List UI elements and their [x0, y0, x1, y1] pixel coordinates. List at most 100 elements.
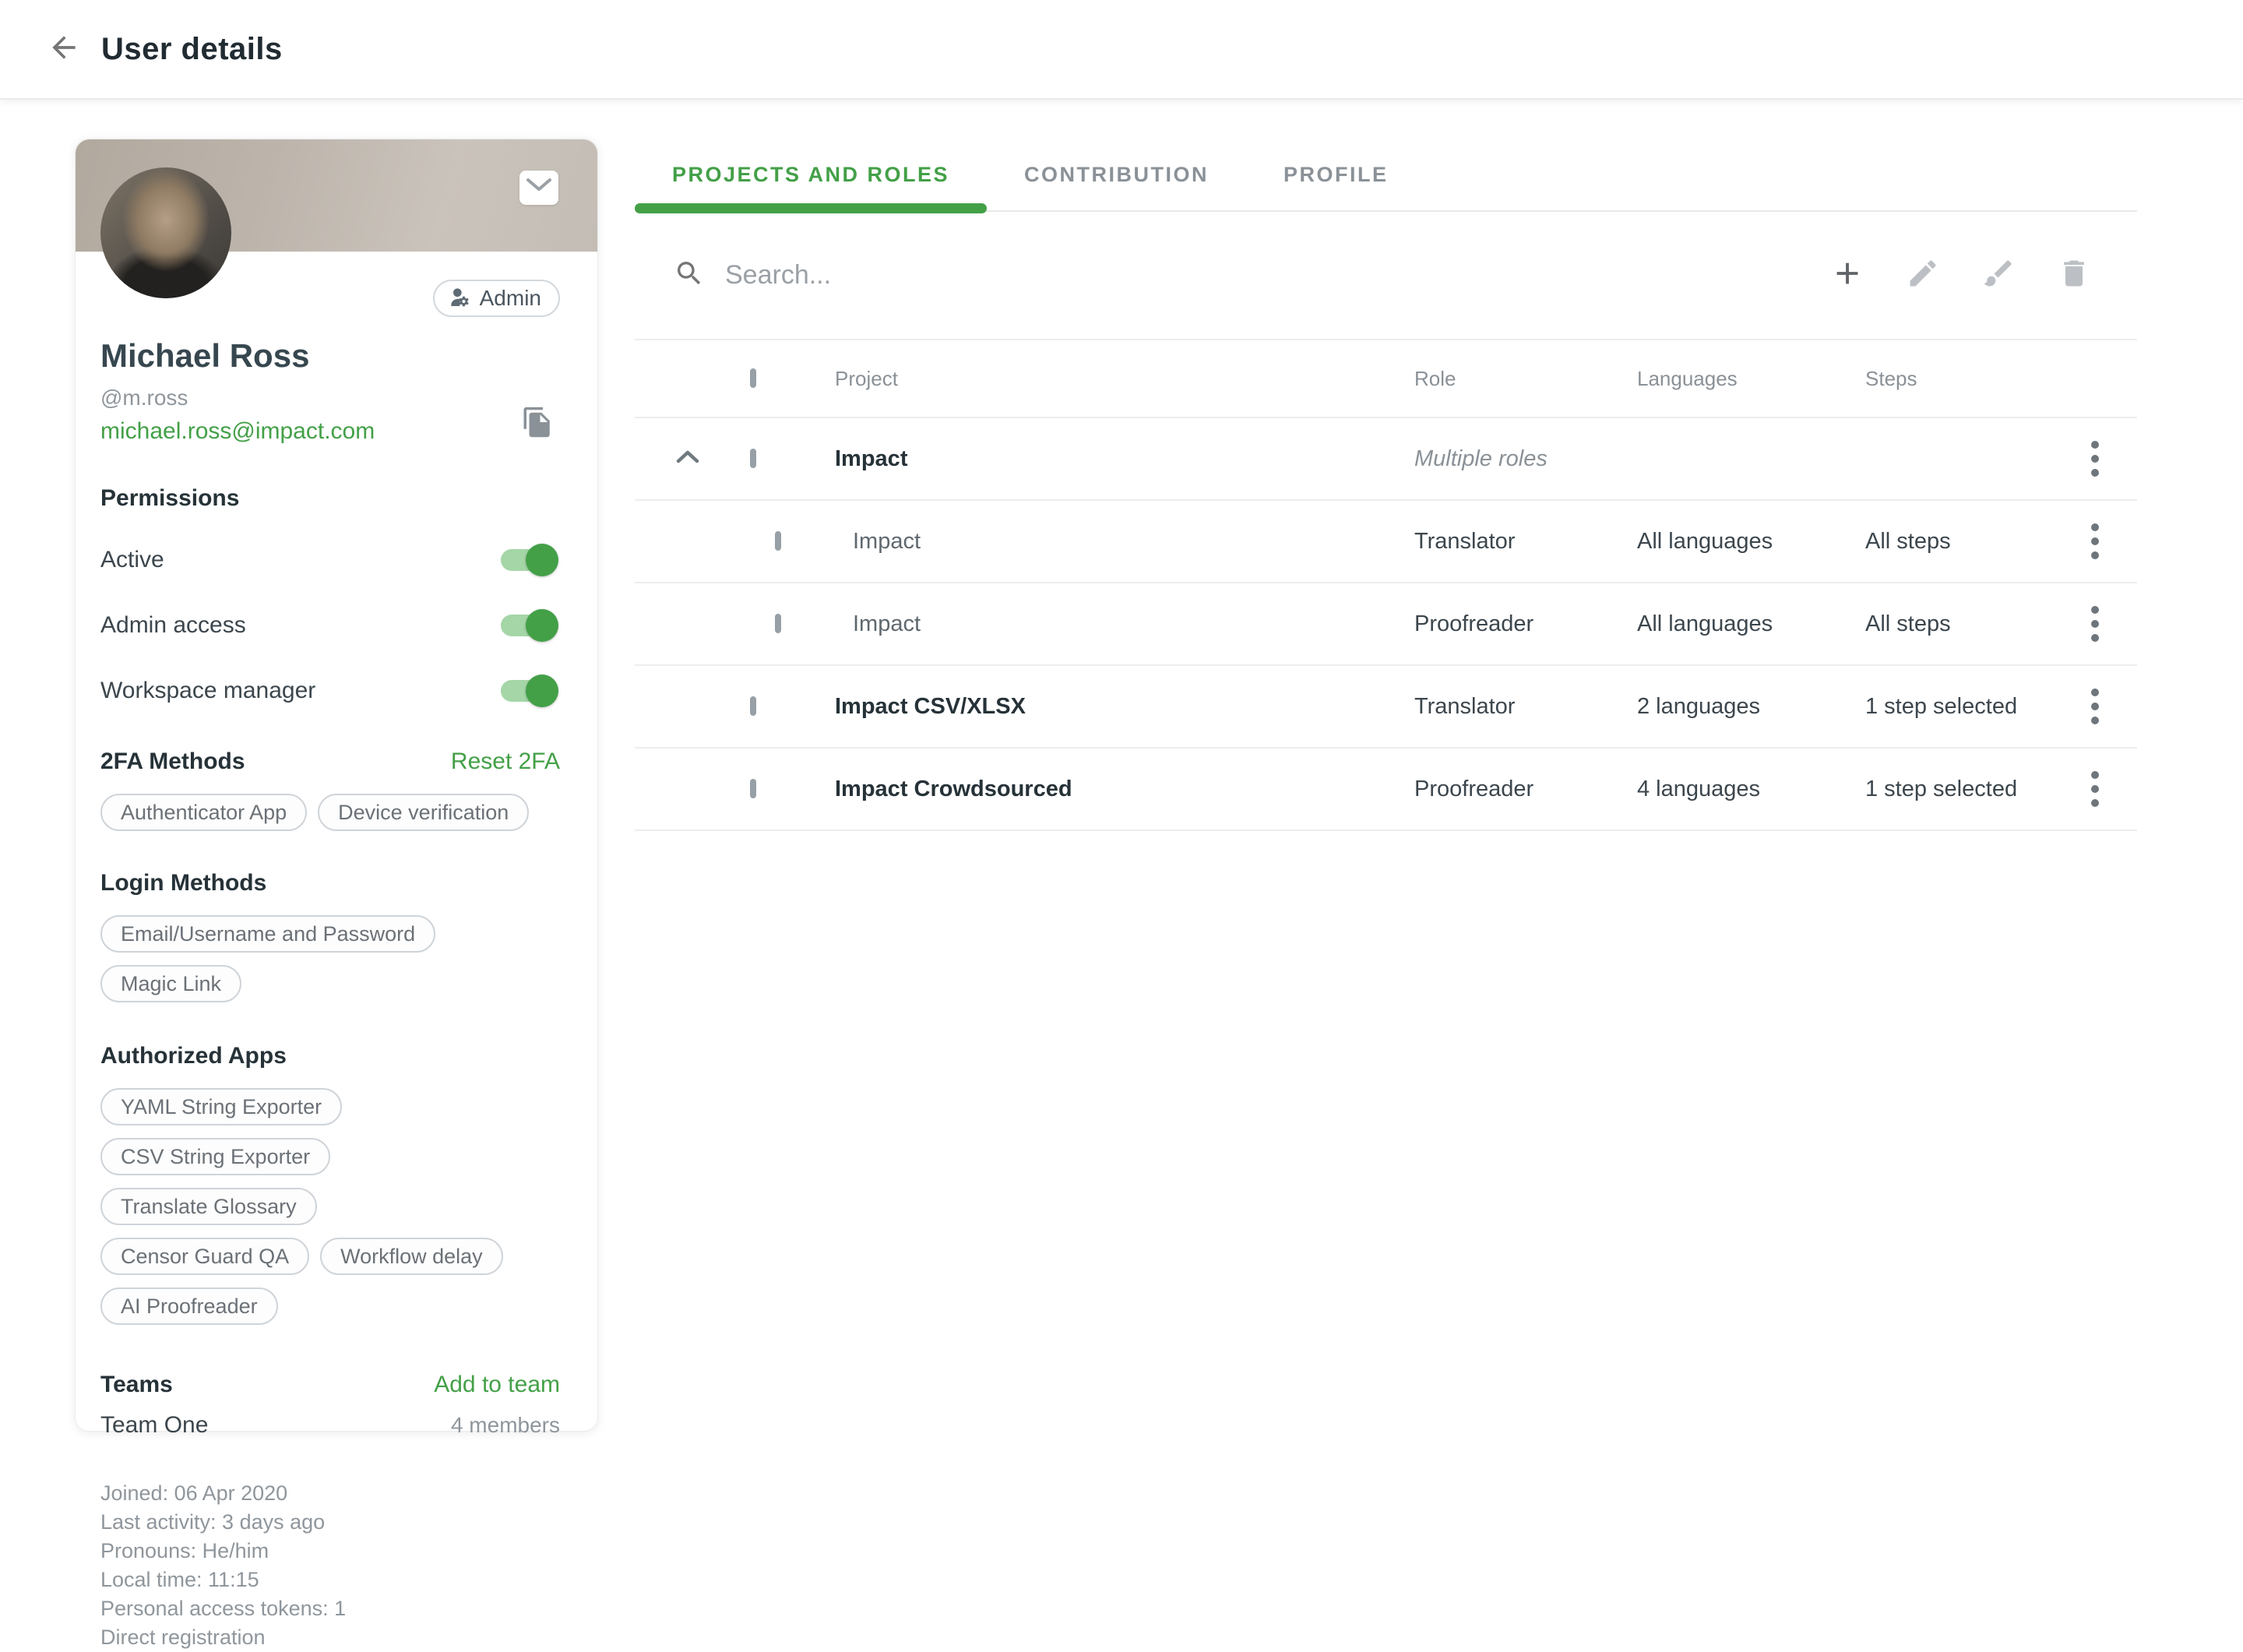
teams-list: Team One 4 members — [100, 1412, 560, 1439]
table-row: ImpactMultiple roles — [635, 418, 2137, 501]
add-button[interactable] — [1829, 258, 1865, 294]
user-meta-line: Direct registration — [100, 1623, 560, 1652]
authorized-apps-title: Authorized Apps — [100, 1043, 560, 1069]
login-method-chips: Email/Username and Password Magic Link — [100, 915, 560, 1015]
row-checkbox[interactable] — [775, 531, 781, 551]
languages-cell: All languages — [1637, 611, 1865, 637]
teams-title: Teams — [100, 1372, 173, 1398]
role-badge: Admin — [433, 280, 560, 317]
languages-cell: 2 languages — [1637, 694, 1865, 720]
select-all-checkbox[interactable] — [750, 368, 756, 388]
row-menu-kebab-icon[interactable] — [2086, 519, 2104, 564]
authorized-app-chips: YAML String Exporter CSV String Exporter T… — [100, 1088, 521, 1337]
toggle-admin-access[interactable] — [501, 615, 552, 636]
row-menu-kebab-icon[interactable] — [2086, 601, 2104, 646]
user-name: Michael Ross — [100, 337, 560, 375]
user-meta-line: Joined: 06 Apr 2020 — [100, 1479, 560, 1508]
languages-cell: All languages — [1637, 529, 1865, 555]
copy-button[interactable] — [521, 406, 554, 442]
user-meta-line: Last activity: 3 days ago — [100, 1508, 560, 1537]
user-meta-line: Pronouns: He/him — [100, 1537, 560, 1566]
permission-label: Active — [100, 547, 164, 573]
project-name: Impact — [835, 529, 1414, 555]
details-panel: PROJECTS AND ROLESCONTRIBUTIONPROFILE — [635, 152, 2137, 831]
user-handle: @m.ross — [100, 386, 560, 410]
project-name: Impact Crowdsourced — [835, 777, 1414, 802]
permission-label: Workspace manager — [100, 678, 315, 704]
authorized-app-chip: YAML String Exporter — [100, 1088, 342, 1125]
steps-cell: 1 step selected — [1865, 777, 2052, 802]
table-toolbar — [635, 212, 2137, 340]
user-card: Admin Michael Ross @m.ross michael.ross@… — [75, 139, 598, 1432]
back-button[interactable] — [39, 24, 89, 74]
search-input[interactable] — [725, 260, 1426, 291]
admin-user-gear-icon — [447, 284, 472, 313]
login-method-chip: Email/Username and Password — [100, 915, 435, 953]
send-email-button[interactable] — [519, 171, 558, 205]
languages-cell: 4 languages — [1637, 777, 1865, 802]
edit-button[interactable] — [1905, 258, 1941, 294]
arrow-left-icon — [47, 30, 81, 69]
delete-button[interactable] — [2056, 258, 2092, 294]
tab-profile[interactable]: PROFILE — [1246, 152, 1426, 210]
table-header-row: Project Role Languages Steps — [635, 340, 2137, 418]
clean-icon — [1981, 256, 2016, 294]
clean-button[interactable] — [1981, 258, 2016, 294]
twofa-chip: Authenticator App — [100, 794, 307, 831]
role-cell: Proofreader — [1414, 611, 1637, 637]
login-methods-title: Login Methods — [100, 870, 560, 896]
toggle-active[interactable] — [501, 549, 552, 571]
role-cell: Translator — [1414, 694, 1637, 720]
user-email-link[interactable]: michael.ross@impact.com — [100, 418, 375, 444]
tab-bar: PROJECTS AND ROLESCONTRIBUTIONPROFILE — [635, 152, 2137, 212]
project-name: Impact — [835, 611, 1414, 637]
authorized-app-chip: Workflow delay — [320, 1238, 503, 1275]
permission-row: Active — [100, 543, 560, 577]
page-title: User details — [101, 32, 283, 67]
user-meta-line: Local time: 11:15 — [100, 1566, 560, 1594]
add-icon — [1829, 255, 1865, 295]
toggle-knob — [526, 544, 558, 576]
row-menu-kebab-icon[interactable] — [2086, 766, 2104, 812]
row-checkbox[interactable] — [750, 779, 756, 798]
tab-contribution[interactable]: CONTRIBUTION — [987, 152, 1246, 210]
user-meta-line: Personal access tokens: 1 — [100, 1594, 560, 1623]
column-project: Project — [835, 367, 1414, 391]
column-role: Role — [1414, 367, 1637, 391]
table-row: ImpactProofreaderAll languagesAll steps — [635, 583, 2137, 666]
team-members-count: 4 members — [451, 1413, 560, 1438]
tab-projects-and-roles[interactable]: PROJECTS AND ROLES — [635, 152, 987, 210]
copy-icon — [521, 428, 554, 442]
row-checkbox[interactable] — [750, 696, 756, 716]
avatar — [100, 167, 231, 298]
permission-row: Workspace manager — [100, 674, 560, 708]
table-row: ImpactTranslatorAll languagesAll steps — [635, 501, 2137, 583]
row-checkbox[interactable] — [775, 614, 781, 633]
login-method-chip: Magic Link — [100, 965, 241, 1002]
search-icon — [674, 258, 705, 293]
twofa-title: 2FA Methods — [100, 749, 245, 775]
twofa-chip: Device verification — [318, 794, 529, 831]
reset-2fa-link[interactable]: Reset 2FA — [451, 749, 560, 775]
table-row: Impact CSV/XLSXTranslator2 languages1 st… — [635, 666, 2137, 749]
permissions-title: Permissions — [100, 485, 560, 512]
collapse-chevron-up-icon[interactable] — [674, 447, 702, 471]
mail-icon — [524, 174, 554, 203]
row-checkbox[interactable] — [750, 449, 756, 468]
role-cell: Translator — [1414, 529, 1637, 555]
edit-icon — [1906, 256, 1940, 294]
add-to-team-link[interactable]: Add to team — [434, 1372, 560, 1398]
project-name: Impact — [835, 446, 1414, 472]
table-body: ImpactMultiple rolesImpactTranslatorAll … — [635, 418, 2137, 831]
column-languages: Languages — [1637, 367, 1865, 391]
authorized-app-chip: CSV String Exporter — [100, 1138, 330, 1175]
team-name: Team One — [100, 1412, 208, 1439]
row-menu-kebab-icon[interactable] — [2086, 436, 2104, 481]
steps-cell: All steps — [1865, 529, 2052, 555]
delete-icon — [2057, 256, 2091, 294]
authorized-app-chip: Translate Glossary — [100, 1188, 317, 1225]
authorized-app-chip: Censor Guard QA — [100, 1238, 309, 1275]
team-row: Team One 4 members — [100, 1412, 560, 1439]
row-menu-kebab-icon[interactable] — [2086, 684, 2104, 729]
toggle-workspace-manager[interactable] — [501, 680, 552, 702]
